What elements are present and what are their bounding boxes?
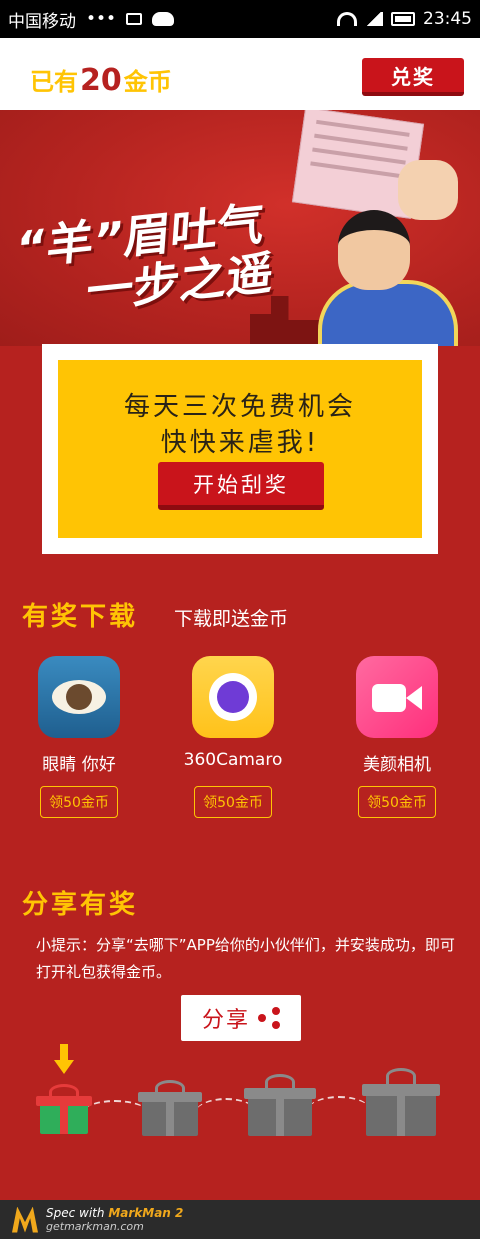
- coin-balance: 已有 20 金币: [30, 62, 172, 98]
- gift-box-icon[interactable]: [36, 1084, 92, 1134]
- carrier-label: 中国移动: [8, 11, 76, 32]
- footer-url[interactable]: getmarkman.com: [46, 1220, 183, 1234]
- notification-dots: •••: [86, 9, 117, 29]
- app-name: 眼睛 你好: [42, 755, 116, 775]
- signal-icon: [365, 12, 383, 26]
- download-section-subtitle: 下载即送金币: [174, 608, 289, 630]
- share-button[interactable]: 分享: [181, 995, 301, 1041]
- mascot-character-image: [318, 160, 468, 346]
- top-header: 已有 20 金币 兑奖: [0, 38, 480, 110]
- video-app-icon[interactable]: [356, 656, 438, 738]
- share-icon: [258, 1007, 280, 1029]
- status-bar: 中国移动 ••• 23:45: [0, 0, 480, 38]
- dashed-path: [196, 1098, 256, 1126]
- app-notification-icon: [152, 12, 175, 26]
- share-section-title: 分享有奖: [22, 890, 139, 920]
- coin-prefix: 已有: [30, 68, 78, 96]
- clock: 23:45: [423, 9, 472, 29]
- gift-box-icon[interactable]: [138, 1080, 202, 1136]
- start-scratch-button[interactable]: 开始刮奖: [158, 462, 324, 510]
- camera-app-icon[interactable]: [192, 656, 274, 738]
- dashed-path: [308, 1096, 370, 1124]
- claim-coins-button[interactable]: 领50金币: [40, 786, 118, 818]
- claim-coins-button[interactable]: 领50金币: [358, 786, 436, 818]
- claim-coins-button[interactable]: 领50金币: [194, 786, 272, 818]
- gift-box-icon[interactable]: [244, 1074, 316, 1136]
- wifi-icon: [337, 12, 357, 26]
- scratch-card: 每天三次免费机会 快快来虐我! 开始刮奖: [42, 344, 438, 554]
- coin-count: 20: [80, 63, 122, 98]
- footer-text: Spec with MarkMan 2 getmarkman.com: [46, 1206, 183, 1234]
- share-tip: 小提示：分享“去哪下”APP给你的小伙伴们，并安装成功，即可打开礼包获得金币。: [36, 936, 455, 981]
- scratch-card-area[interactable]: 每天三次免费机会 快快来虐我! 开始刮奖: [58, 360, 422, 538]
- app-item: 美颜相机 领50金币: [332, 656, 462, 818]
- eye-app-icon[interactable]: [38, 656, 120, 738]
- app-list: 眼睛 你好 领50金币 360Camaro 领50金币 美颜相机 领50金币: [0, 656, 480, 826]
- spec-text: Spec with: [46, 1205, 105, 1220]
- brand-text: MarkMan 2: [108, 1205, 184, 1220]
- download-section-title: 有奖下载: [22, 602, 139, 632]
- redeem-button[interactable]: 兑奖: [362, 58, 464, 96]
- image-notification-icon: [126, 13, 143, 25]
- app-item: 360Camaro 领50金币: [168, 656, 298, 818]
- app-name: 美颜相机: [363, 755, 431, 775]
- arrow-down-icon: [54, 1044, 74, 1074]
- scratch-card-line1: 每天三次免费机会: [123, 392, 356, 422]
- markman-footer: Spec with MarkMan 2 getmarkman.com: [0, 1200, 480, 1239]
- gift-box-icon[interactable]: [362, 1068, 440, 1136]
- markman-logo-icon: [12, 1206, 38, 1233]
- share-label: 分享: [201, 1008, 250, 1033]
- app-item: 眼睛 你好 领50金币: [14, 656, 144, 818]
- app-name: 360Camaro: [183, 750, 283, 770]
- scratch-card-line2: 快快来虐我!: [160, 428, 320, 458]
- promo-banner: “羊”眉吐气 一步之遥: [0, 110, 480, 346]
- coin-suffix: 金币: [123, 68, 172, 96]
- battery-icon: [391, 12, 415, 26]
